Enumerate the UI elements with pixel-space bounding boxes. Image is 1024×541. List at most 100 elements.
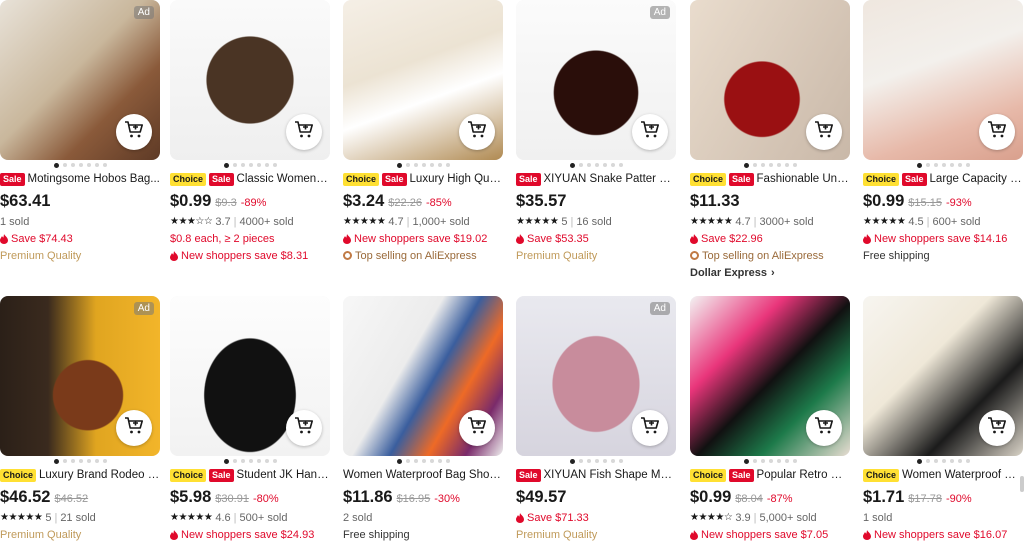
product-card[interactable]: Choice Sale Student JK Handb... $5.98 $30.91… xyxy=(170,296,330,541)
carousel-dot[interactable] xyxy=(602,163,607,167)
product-image[interactable]: Ad xyxy=(0,0,160,160)
image-carousel-dots[interactable] xyxy=(690,162,850,168)
carousel-dot[interactable] xyxy=(53,458,59,464)
carousel-dot[interactable] xyxy=(760,163,765,167)
product-card[interactable]: Ad Choice Luxury Brand Rodeo W... $46.52 $46… xyxy=(0,296,160,541)
carousel-dot[interactable] xyxy=(248,459,253,463)
carousel-dot[interactable] xyxy=(743,162,749,168)
carousel-dot[interactable] xyxy=(445,163,450,167)
carousel-dot[interactable] xyxy=(784,459,789,463)
product-image[interactable]: Ad xyxy=(0,296,160,456)
carousel-dot[interactable] xyxy=(602,459,607,463)
product-image[interactable]: Ad xyxy=(516,0,676,160)
product-title-row[interactable]: Choice Sale Student JK Handb... xyxy=(170,467,330,483)
carousel-dot[interactable] xyxy=(405,459,410,463)
product-card[interactable]: Women Waterproof Bag Shou... $11.86 $16.95… xyxy=(343,296,503,541)
add-to-cart-button[interactable] xyxy=(979,114,1015,150)
product-title-row[interactable]: Women Waterproof Bag Shou... xyxy=(343,467,503,483)
carousel-dot[interactable] xyxy=(618,459,623,463)
carousel-dot[interactable] xyxy=(223,162,229,168)
product-card[interactable]: Ad Sale XIYUAN Fish Shape Mult... $49.57 Sav… xyxy=(516,296,676,541)
product-title[interactable]: Student JK Handb... xyxy=(237,469,330,481)
carousel-dot[interactable] xyxy=(396,162,402,168)
product-title-row[interactable]: Sale Motingsome Hobos Bag... xyxy=(0,171,160,187)
carousel-dot[interactable] xyxy=(94,459,99,463)
carousel-dot[interactable] xyxy=(925,459,930,463)
carousel-dot[interactable] xyxy=(62,163,67,167)
add-to-cart-button[interactable] xyxy=(116,410,152,446)
carousel-dot[interactable] xyxy=(232,163,237,167)
carousel-dot[interactable] xyxy=(916,458,922,464)
product-image[interactable] xyxy=(170,296,330,456)
product-card[interactable]: Ad Sale XIYUAN Snake Patter Cl... $35.57 ★★★… xyxy=(516,0,676,263)
carousel-dot[interactable] xyxy=(949,163,954,167)
image-carousel-dots[interactable] xyxy=(516,162,676,168)
add-to-cart-button[interactable] xyxy=(806,114,842,150)
carousel-dot[interactable] xyxy=(743,458,749,464)
product-card[interactable]: Ad Sale Motingsome Hobos Bag... $63.41 1 sol… xyxy=(0,0,160,263)
carousel-dot[interactable] xyxy=(965,163,970,167)
carousel-dot[interactable] xyxy=(413,163,418,167)
carousel-dot[interactable] xyxy=(610,459,615,463)
carousel-dot[interactable] xyxy=(949,459,954,463)
product-image[interactable] xyxy=(863,296,1023,456)
carousel-dot[interactable] xyxy=(437,163,442,167)
carousel-dot[interactable] xyxy=(70,459,75,463)
carousel-dot[interactable] xyxy=(569,458,575,464)
add-to-cart-button[interactable] xyxy=(459,114,495,150)
product-title[interactable]: Women Waterproof Bag Shou... xyxy=(343,469,503,481)
add-to-cart-button[interactable] xyxy=(979,410,1015,446)
product-title[interactable]: Fashionable Unde... xyxy=(757,173,850,185)
carousel-dot[interactable] xyxy=(941,459,946,463)
carousel-dot[interactable] xyxy=(240,459,245,463)
carousel-dot[interactable] xyxy=(569,162,575,168)
carousel-dot[interactable] xyxy=(792,163,797,167)
product-image[interactable]: Ad xyxy=(516,296,676,456)
image-carousel-dots[interactable] xyxy=(170,162,330,168)
carousel-dot[interactable] xyxy=(594,459,599,463)
carousel-dot[interactable] xyxy=(264,163,269,167)
add-to-cart-button[interactable] xyxy=(116,114,152,150)
product-title-row[interactable]: Choice Sale Fashionable Unde... xyxy=(690,171,850,187)
product-title-row[interactable]: ChoiceSalePopular Retro Gen... xyxy=(690,467,850,483)
carousel-dot[interactable] xyxy=(429,459,434,463)
carousel-dot[interactable] xyxy=(264,459,269,463)
product-title[interactable]: XIYUAN Snake Patter Cl... xyxy=(544,173,676,185)
carousel-dot[interactable] xyxy=(62,459,67,463)
product-card[interactable]: ChoiceSaleClassic Women Ba... $0.99$9.3-8… xyxy=(170,0,330,263)
add-to-cart-button[interactable] xyxy=(806,410,842,446)
scrollbar[interactable] xyxy=(1020,476,1024,492)
product-card[interactable]: ChoiceSaleLarge Capacity Sh... $0.99$15.1… xyxy=(863,0,1023,263)
carousel-dot[interactable] xyxy=(256,163,261,167)
product-title[interactable]: Large Capacity Sh... xyxy=(930,173,1023,185)
product-title-row[interactable]: Sale XIYUAN Fish Shape Mult... xyxy=(516,467,676,483)
carousel-dot[interactable] xyxy=(78,459,83,463)
carousel-dot[interactable] xyxy=(610,163,615,167)
carousel-dot[interactable] xyxy=(925,163,930,167)
carousel-dot[interactable] xyxy=(70,163,75,167)
product-title[interactable]: Luxury Brand Rodeo W... xyxy=(39,469,160,481)
product-image[interactable] xyxy=(170,0,330,160)
carousel-dot[interactable] xyxy=(53,162,59,168)
image-carousel-dots[interactable] xyxy=(863,458,1023,464)
product-title[interactable]: Popular Retro Gen... xyxy=(757,469,850,481)
product-title-row[interactable]: ChoiceSaleClassic Women Ba... xyxy=(170,171,330,187)
carousel-dot[interactable] xyxy=(86,163,91,167)
product-title-row[interactable]: Choice Women Waterproof Nyl... xyxy=(863,467,1023,483)
carousel-dot[interactable] xyxy=(941,163,946,167)
product-title[interactable]: XIYUAN Fish Shape Mult... xyxy=(544,469,676,481)
carousel-dot[interactable] xyxy=(776,163,781,167)
carousel-dot[interactable] xyxy=(223,458,229,464)
image-carousel-dots[interactable] xyxy=(0,162,160,168)
carousel-dot[interactable] xyxy=(429,163,434,167)
product-title-row[interactable]: Choice Luxury Brand Rodeo W... xyxy=(0,467,160,483)
product-title-row[interactable]: Sale XIYUAN Snake Patter Cl... xyxy=(516,171,676,187)
image-carousel-dots[interactable] xyxy=(170,458,330,464)
image-carousel-dots[interactable] xyxy=(343,162,503,168)
product-image[interactable] xyxy=(863,0,1023,160)
carousel-dot[interactable] xyxy=(437,459,442,463)
add-to-cart-button[interactable] xyxy=(632,114,668,150)
carousel-dot[interactable] xyxy=(916,162,922,168)
product-title[interactable]: Motingsome Hobos Bag... xyxy=(28,173,160,185)
carousel-dot[interactable] xyxy=(578,459,583,463)
